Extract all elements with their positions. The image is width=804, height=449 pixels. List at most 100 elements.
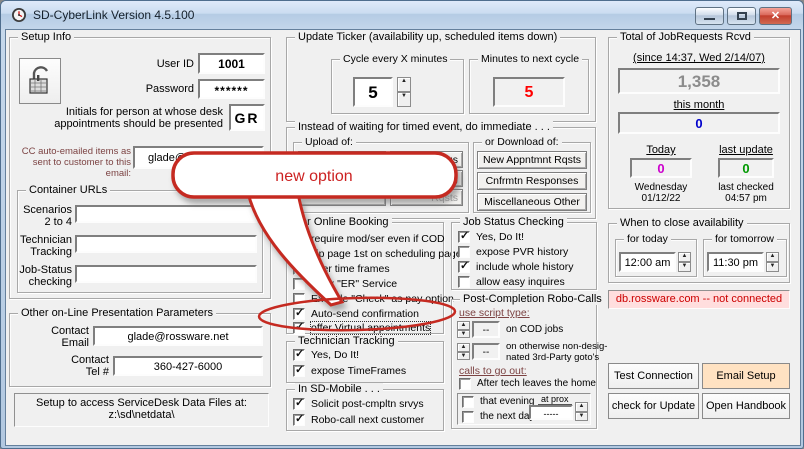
this-month-label: this month — [673, 99, 725, 111]
download-legend: or Download of: — [482, 136, 562, 148]
spinner-up-icon[interactable]: ▲ — [575, 402, 588, 412]
technician-tracking-legend: Technician Tracking — [295, 335, 398, 347]
spinner-up-icon[interactable]: ▲ — [457, 321, 470, 330]
checkbox[interactable] — [458, 276, 470, 288]
checkbox-label: offer time frames — [311, 263, 390, 275]
cc-email-field[interactable]: glade@rossware.net — [133, 146, 264, 169]
upload-button-4[interactable]: tus — [390, 151, 463, 168]
minimize-icon — [704, 18, 715, 20]
contact-email-field[interactable]: glade@rossware.net — [93, 326, 263, 346]
checkbox[interactable]: ✓ — [458, 230, 470, 243]
cod-script-text: on COD jobs — [506, 324, 564, 335]
cycle-value-field[interactable]: 5 — [353, 77, 393, 107]
since-label: (since 14:37, Wed 2/14/07) — [633, 52, 765, 64]
for-today-legend: for today — [624, 233, 671, 245]
initials-label: Initials for person at whose desk appoin… — [54, 106, 223, 130]
cnfrmtn-responses-button[interactable]: Cnfrmtn Responses — [477, 172, 587, 190]
checkbox-label: Yes, Do It! — [476, 231, 525, 243]
new-appntmnt-rqsts-button[interactable]: New Appntmnt Rqsts — [477, 151, 587, 169]
cycle-legend: Cycle every X minutes — [340, 53, 451, 65]
check-for-update-button[interactable]: check for Update — [608, 393, 699, 419]
app-clock-icon[interactable] — [11, 7, 27, 23]
test-connection-button[interactable]: Test Connection — [608, 363, 699, 389]
calls-go-out-label: calls to go out: — [459, 365, 527, 377]
this-month-value: 0 — [618, 112, 780, 134]
scenarios-label: Scenarios 2 to 4 — [23, 204, 72, 228]
checkbox[interactable]: ✓ — [293, 364, 305, 377]
contact-email-label: Contact Email — [51, 325, 89, 349]
spinner-up-icon[interactable]: ▲ — [397, 77, 411, 92]
at-prox-spinner: ▲ ▼ — [575, 402, 588, 421]
checkbox[interactable]: ✓ — [458, 260, 470, 273]
spinner-up-icon[interactable]: ▲ — [678, 252, 691, 262]
checkbox-label: Exclude "Check" as pay option — [311, 293, 454, 305]
spinner-up-icon[interactable]: ▲ — [766, 252, 779, 262]
checkbox-label: include whole history — [476, 261, 574, 273]
close-today-field[interactable]: 12:00 am — [619, 252, 676, 272]
password-field[interactable]: ****** — [198, 79, 265, 99]
checkbox[interactable] — [293, 278, 305, 290]
checkbox[interactable]: ✓ — [293, 262, 305, 275]
upload-button-5[interactable]: king — [390, 170, 463, 187]
user-id-field[interactable]: 1001 — [198, 53, 265, 74]
job-status-checking-legend: Job Status Checking — [460, 216, 567, 228]
spinner-down-icon[interactable]: ▼ — [678, 262, 691, 272]
checkbox[interactable] — [462, 396, 474, 408]
robo-calls-legend: Post-Completion Robo-Calls — [460, 293, 605, 305]
other-script-value[interactable]: -- — [472, 343, 500, 360]
at-prox-value-field[interactable]: ----- — [529, 405, 573, 420]
initials-field[interactable]: GR — [229, 104, 265, 131]
checkbox[interactable] — [458, 246, 470, 258]
lock-icon — [29, 66, 49, 94]
checkbox[interactable] — [293, 233, 305, 245]
checkbox[interactable]: ✓ — [293, 397, 305, 410]
spinner-down-icon[interactable]: ▼ — [457, 329, 470, 338]
checkbox[interactable]: ✓ — [293, 348, 305, 361]
immediate-legend: Instead of waiting for timed event, do i… — [295, 121, 553, 133]
maximize-button[interactable] — [727, 7, 756, 25]
close-button[interactable]: ✕ — [759, 7, 792, 25]
upload-button-1[interactable] — [298, 151, 386, 168]
checkbox[interactable]: ✓ — [293, 413, 305, 426]
checkbox-label: expose TimeFrames — [311, 365, 407, 377]
miscellaneous-other-button[interactable]: Miscellaneous Other — [477, 193, 587, 211]
today-label: Today — [646, 144, 676, 156]
spinner-down-icon[interactable]: ▼ — [575, 411, 588, 421]
checkbox[interactable]: ✓ — [293, 321, 305, 334]
job-status-url-field[interactable] — [75, 265, 257, 283]
sd-mobile-legend: In SD-Mobile . . . — [295, 383, 383, 395]
spinner-down-icon[interactable]: ▼ — [457, 351, 470, 360]
for-tomorrow-legend: for tomorrow — [712, 233, 777, 245]
close-tomorrow-field[interactable]: 11:30 pm — [707, 252, 764, 272]
checkbox-label: offer Virtual appointments — [309, 321, 432, 335]
checkbox-label: zip page 1st on scheduling page — [311, 248, 462, 260]
checkbox-label: expose PVR history — [476, 246, 569, 258]
checkbox[interactable] — [459, 378, 471, 390]
checkbox-label: that evening — [480, 396, 535, 407]
spinner-up-icon[interactable]: ▲ — [457, 343, 470, 352]
data-files-note: Setup to access ServiceDesk Data Files a… — [14, 393, 269, 427]
checkbox-label: Offer "ER" Service — [311, 278, 398, 290]
checkbox[interactable]: ✓ — [293, 307, 305, 320]
email-setup-button[interactable]: Email Setup — [702, 363, 790, 389]
open-handbook-button[interactable]: Open Handbook — [702, 393, 790, 419]
lock-button[interactable] — [19, 58, 61, 104]
minimize-button[interactable] — [695, 7, 724, 25]
upload-button-2[interactable] — [298, 170, 386, 187]
cod-script-value[interactable]: -- — [472, 321, 500, 338]
cc-email-label: CC auto-emailed items as sent to custome… — [21, 146, 131, 179]
checkbox[interactable] — [293, 248, 305, 260]
technician-tracking-url-field[interactable] — [75, 235, 257, 253]
contact-tel-field[interactable]: 360-427-6000 — [113, 356, 263, 376]
other-params-legend: Other on-Line Presentation Parameters — [18, 307, 216, 319]
scenarios-field[interactable] — [75, 205, 257, 223]
spinner-down-icon[interactable]: ▼ — [766, 262, 779, 272]
checkbox-label: Robo-call next customer — [311, 414, 425, 426]
spinner-down-icon[interactable]: ▼ — [397, 92, 411, 107]
setup-info-legend: Setup Info — [18, 31, 75, 43]
checkbox[interactable] — [293, 293, 305, 305]
checkbox[interactable] — [462, 411, 474, 423]
upload-button-3[interactable] — [298, 189, 386, 206]
checkbox-label: require mod/ser even if COD — [311, 233, 445, 245]
last-update-label: last update — [719, 144, 773, 156]
